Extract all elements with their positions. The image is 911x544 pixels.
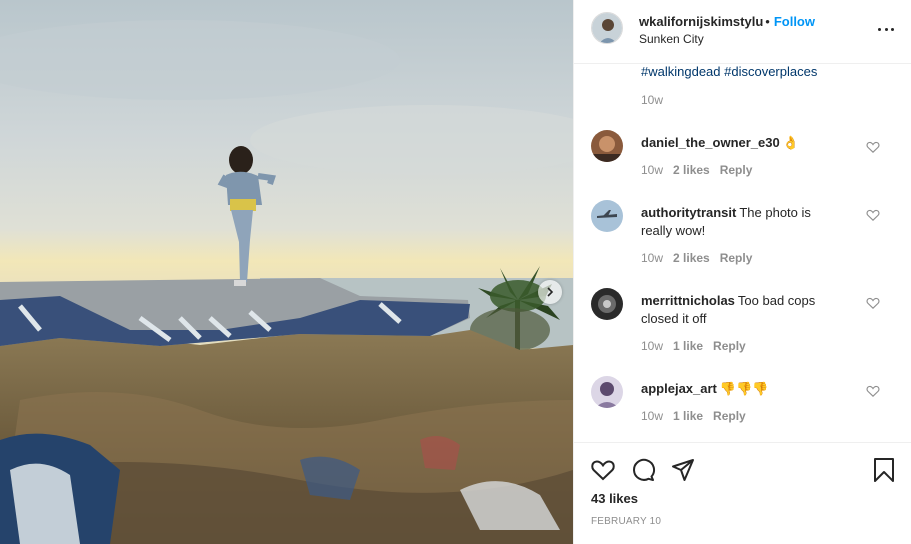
comment-bubble-icon[interactable] [630,457,656,483]
comment-time[interactable]: 10w [641,409,663,423]
likes-count[interactable]: 43 likes [591,491,638,506]
heart-icon[interactable] [866,296,880,310]
author-line: wkalifornijskimstylu • Follow [639,14,815,29]
comment-username[interactable]: merrittnicholas [641,293,735,308]
comment-meta: 10w 1 like Reply [641,339,756,353]
bookmark-icon[interactable] [871,457,897,483]
comment-meta: 10w 1 like Reply [641,409,756,423]
reply-button[interactable]: Reply [720,251,753,265]
author-avatar[interactable] [591,12,623,44]
comment-text: daniel_the_owner_e30 👌 [641,134,841,152]
comment-username[interactable]: daniel_the_owner_e30 [641,135,780,150]
post-location[interactable]: Sunken City [639,32,704,46]
like-heart-icon[interactable] [590,457,616,483]
comment-time[interactable]: 10w [641,339,663,353]
comment-likes[interactable]: 1 like [673,409,703,423]
commenter-avatar[interactable] [591,376,623,408]
comment-time[interactable]: 10w [641,163,663,177]
post-actions: 43 likes FEBRUARY 10 [574,442,911,544]
heart-icon[interactable] [866,140,880,154]
comment-username[interactable]: authoritytransit [641,205,736,220]
comment-likes[interactable]: 1 like [673,339,703,353]
reply-button[interactable]: Reply [713,409,746,423]
caption-hashtags[interactable]: #walkingdead #discoverplaces [641,64,817,79]
post-panel: wkalifornijskimstylu • Follow Sunken City … [573,0,911,544]
comment-text: authoritytransit The photo is really wow! [641,204,841,240]
reply-button[interactable]: Reply [713,339,746,353]
next-photo-button[interactable] [538,280,562,304]
comment-meta: 10w 2 likes Reply [641,251,762,265]
more-options-icon[interactable] [878,22,894,36]
post-header: wkalifornijskimstylu • Follow Sunken City [574,0,911,64]
commenter-avatar[interactable] [591,200,623,232]
separator-dot: • [765,14,770,29]
comment-time[interactable]: 10w [641,251,663,265]
reply-button[interactable]: Reply [720,163,753,177]
commenter-avatar[interactable] [591,130,623,162]
heart-icon[interactable] [866,208,880,222]
comment-username[interactable]: applejax_art [641,381,717,396]
share-send-icon[interactable] [670,457,696,483]
comment-likes[interactable]: 2 likes [673,251,710,265]
comment-text: merrittnicholas Too bad cops closed it of… [641,292,841,328]
author-username[interactable]: wkalifornijskimstylu [639,14,763,29]
comment-body: 👎👎👎 [719,381,769,396]
follow-button[interactable]: Follow [774,14,815,29]
heart-icon[interactable] [866,384,880,398]
comment-text: applejax_art 👎👎👎 [641,380,841,398]
comments-list[interactable]: #walkingdead #discoverplaces 10w daniel_… [574,64,911,442]
comment-body: 👌 [782,135,799,150]
caption-timestamp[interactable]: 10w [641,93,663,107]
post-date[interactable]: FEBRUARY 10 [591,516,661,527]
post-photo[interactable] [0,0,573,544]
comment-likes[interactable]: 2 likes [673,163,710,177]
chevron-right-icon [547,287,554,297]
comment-meta: 10w 2 likes Reply [641,163,762,177]
commenter-avatar[interactable] [591,288,623,320]
photo-image [0,0,573,544]
